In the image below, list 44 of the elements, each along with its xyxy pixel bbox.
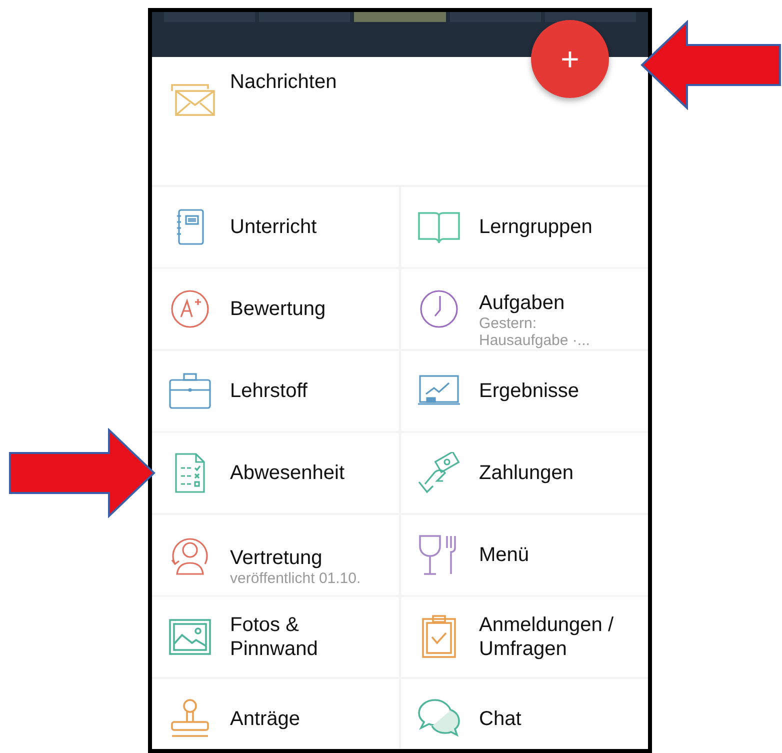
book-icon xyxy=(417,209,461,245)
tile-subtitle: veröffentlicht 01.10. xyxy=(230,570,361,586)
money-hand-icon xyxy=(417,452,461,494)
tile-title: Abwesenheit xyxy=(230,461,345,485)
tile-title: Menü xyxy=(479,543,530,567)
clock-icon xyxy=(419,289,459,329)
notebook-icon xyxy=(175,208,205,246)
tile-title: Bewertung xyxy=(230,297,326,321)
envelope-icon xyxy=(170,83,216,117)
image-icon xyxy=(168,618,212,656)
menu-tile[interactable]: Anmeldungen / Umfragen xyxy=(401,597,648,677)
tile-title: Fotos & Pinnwand xyxy=(230,613,319,661)
tile-title: Lerngruppen xyxy=(479,215,592,239)
tile-title: Zahlungen xyxy=(479,461,574,485)
briefcase-icon xyxy=(168,372,212,410)
stamp-icon xyxy=(170,698,210,740)
checklist-icon xyxy=(173,452,207,494)
messages-title: Nachrichten xyxy=(230,71,337,94)
tile-title: Aufgaben xyxy=(479,291,566,315)
menu-tile[interactable]: Zahlungen xyxy=(401,433,648,513)
menu-tile[interactable]: Lerngruppen xyxy=(401,187,648,267)
tile-title: Anmeldungen / Umfragen xyxy=(479,613,615,661)
menu-tile[interactable]: Anträge xyxy=(152,679,399,749)
tile-title: Lehrstoff xyxy=(230,379,308,403)
menu-tile[interactable]: Fotos & Pinnwand xyxy=(152,597,399,677)
menu-tile[interactable]: Ergebnisse xyxy=(401,351,648,431)
grade-icon xyxy=(170,289,210,329)
tile-title: Chat xyxy=(479,707,522,731)
clipboard-icon xyxy=(421,615,457,659)
menu-tile[interactable]: Aufgaben Gestern: Hausaufgabe ·... xyxy=(401,269,648,349)
tile-title: Anträge xyxy=(230,707,300,731)
menu-tile[interactable]: Vertretung veröffentlicht 01.10. xyxy=(152,515,399,595)
menu-tile[interactable]: Menü xyxy=(401,515,648,595)
menu-tile[interactable]: Abwesenheit xyxy=(152,433,399,513)
menu-tile[interactable]: Chat xyxy=(401,679,648,749)
menu-tile[interactable]: Lehrstoff xyxy=(152,351,399,431)
time-slot[interactable] xyxy=(544,12,636,22)
menu-tile[interactable]: Bewertung xyxy=(152,269,399,349)
tile-title: Unterricht xyxy=(230,215,317,239)
chart-board-icon xyxy=(417,374,461,408)
tile-title: Ergebnisse xyxy=(479,379,580,403)
menu-tile[interactable]: Unterricht xyxy=(152,187,399,267)
tile-subtitle: Gestern: Hausaufgabe ·... xyxy=(479,315,591,349)
tile-title: Vertretung xyxy=(230,546,324,570)
